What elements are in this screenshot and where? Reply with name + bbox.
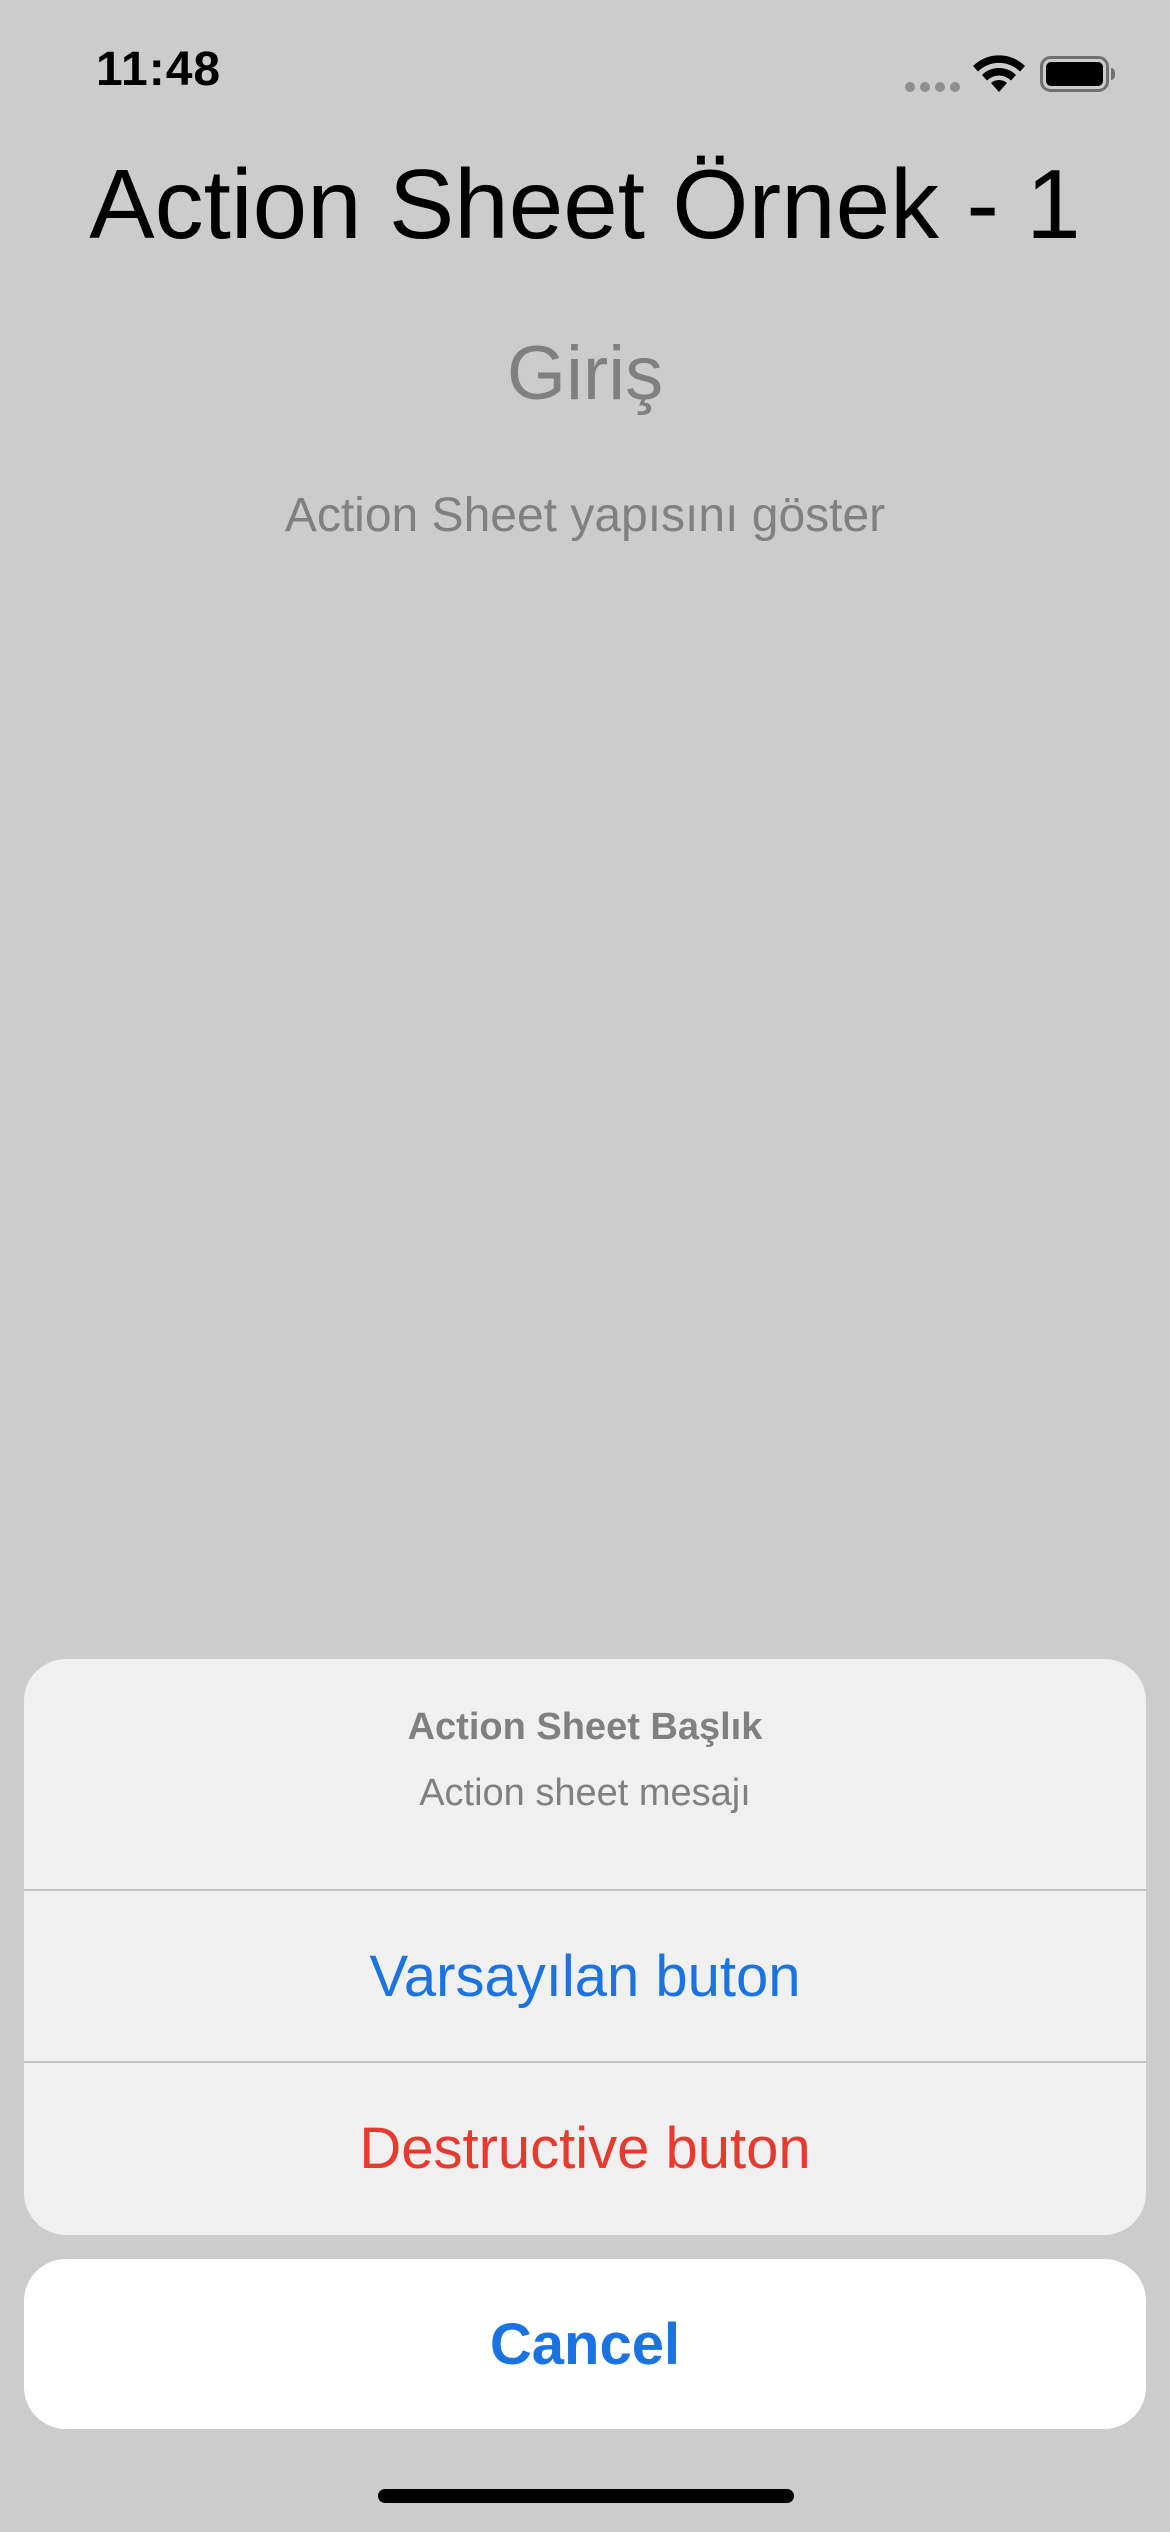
cancel-button[interactable]: Cancel [24, 2259, 1146, 2429]
section-description: Action Sheet yapısını göster [284, 489, 886, 542]
cellular-signal-icon [905, 82, 960, 92]
home-indicator[interactable] [378, 2489, 794, 2503]
action-sheet: Action Sheet Başlık Action sheet mesajı … [24, 1659, 1146, 2235]
status-time: 11:48 [96, 43, 222, 96]
default-action-button[interactable]: Varsayılan buton [24, 1891, 1146, 2061]
destructive-action-button[interactable]: Destructive buton [24, 2063, 1146, 2233]
action-sheet-message: Action sheet mesajı [419, 1772, 751, 1814]
section-title: Giriş [506, 331, 664, 416]
action-sheet-title: Action Sheet Başlık [407, 1706, 763, 1748]
status-bar: 11:48 [0, 0, 1170, 150]
wifi-icon [973, 55, 1025, 92]
action-sheet-header: Action Sheet Başlık Action sheet mesajı [24, 1659, 1146, 1889]
page-title: Action Sheet Örnek - 1 [89, 149, 1081, 259]
battery-icon [1040, 56, 1115, 92]
